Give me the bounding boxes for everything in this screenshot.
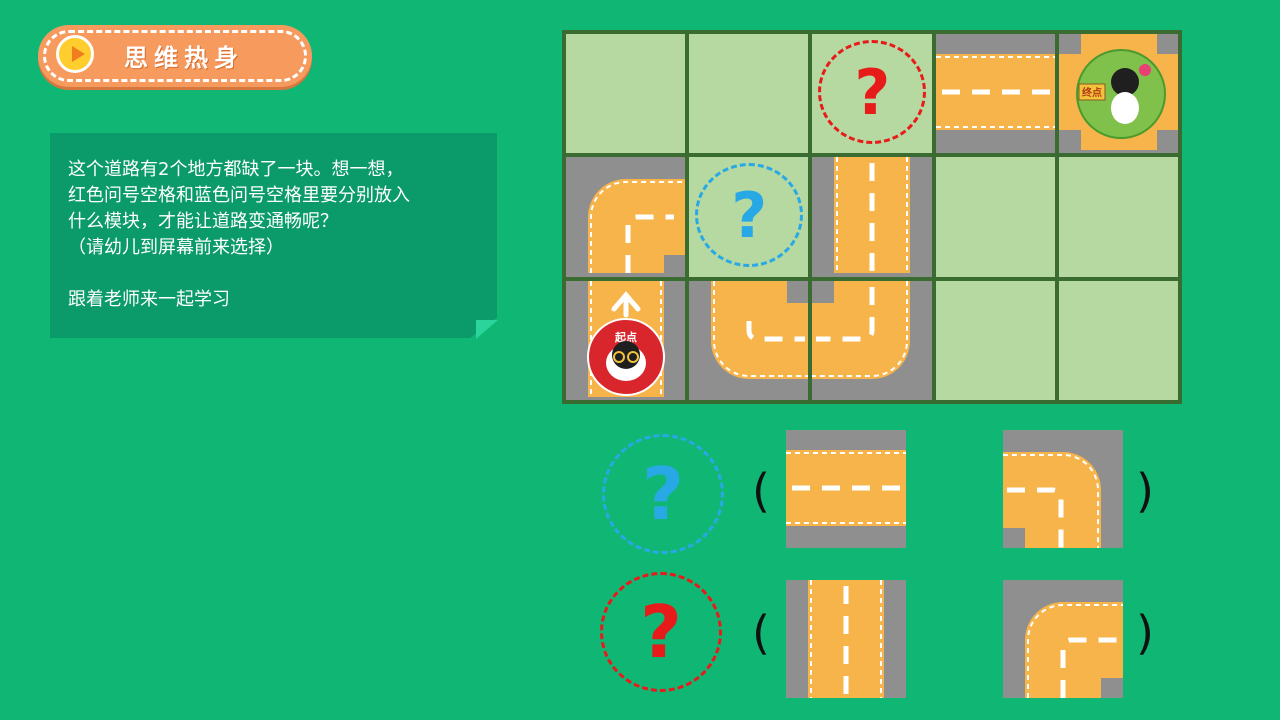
- instruction-line-4: （请幼儿到屏幕前来选择）: [68, 237, 284, 258]
- grid-cell-r3c3-curve: [812, 280, 932, 400]
- road-puzzle-board: ? 终点 ? 起点: [562, 30, 1182, 404]
- curve-road-icon: [1003, 430, 1123, 548]
- vertical-road-icon: [786, 580, 906, 698]
- grid-cell-r2c5: [1058, 157, 1178, 277]
- start-point-cell: 起点: [566, 280, 686, 400]
- end-point-cell: 终点: [1058, 34, 1178, 154]
- instruction-line-1: 这个道路有2个地方都缺了一块。想一想，: [68, 159, 404, 180]
- grid-cell-r3c5: [1058, 280, 1178, 400]
- instruction-line-2: 红色问号空格和蓝色问号空格里要分别放入: [68, 185, 410, 206]
- grid-cell-r1c4-horizontal-road: [935, 34, 1055, 154]
- page-fold-corner: [476, 320, 498, 339]
- grid-cell-r1c2: [689, 34, 809, 154]
- instruction-line-3: 什么模块，才能让道路变通畅呢？: [68, 211, 338, 232]
- grid-cell-r2c3-vertical-road: [812, 157, 932, 277]
- instruction-footer: 跟着老师来一起学习: [68, 289, 230, 310]
- top-right-curve-icon: [1003, 580, 1123, 698]
- red-open-paren: (: [752, 606, 770, 660]
- blue-option-horizontal-road[interactable]: [786, 430, 906, 548]
- bottom-left-curve-tile: [689, 280, 809, 397]
- grid-cell-r2c4: [935, 157, 1055, 277]
- play-icon[interactable]: [56, 35, 94, 73]
- curve-road-tile: [566, 157, 686, 274]
- crossroad-tile: 终点: [1058, 34, 1178, 150]
- instruction-card: 这个道路有2个地方都缺了一块。想一想， 红色问号空格和蓝色问号空格里要分别放入 …: [50, 133, 497, 338]
- blue-answer-question-mark: ?: [602, 434, 724, 554]
- bottom-right-curve-tile: [812, 280, 932, 397]
- grid-cell-r3c2-curve: [689, 280, 809, 400]
- grid-cell-r2c1-curve: [566, 157, 686, 277]
- grid-cell-r1c1: [566, 34, 686, 154]
- horizontal-road-icon: [786, 430, 906, 548]
- start-road-tile: 起点: [566, 280, 686, 397]
- section-title: 思维热身: [124, 44, 244, 72]
- blue-close-paren: ): [1136, 464, 1154, 518]
- section-title-badge: 思维热身: [38, 25, 312, 87]
- end-label: 终点: [1082, 86, 1102, 99]
- blue-option-curve-road[interactable]: [1003, 430, 1123, 548]
- blue-question-mark[interactable]: ?: [695, 163, 804, 268]
- horizontal-road-tile: [935, 34, 1055, 150]
- vertical-road-tile: [812, 157, 932, 274]
- red-answer-question-mark: ?: [600, 572, 722, 692]
- blue-open-paren: (: [752, 464, 770, 518]
- red-close-paren: ): [1136, 606, 1154, 660]
- red-option-curve-road[interactable]: [1003, 580, 1123, 698]
- red-question-slot[interactable]: ?: [812, 34, 932, 154]
- blue-question-slot[interactable]: ?: [689, 157, 809, 277]
- grid-cell-r3c4: [935, 280, 1055, 400]
- red-question-mark[interactable]: ?: [818, 40, 927, 144]
- red-option-vertical-road[interactable]: [786, 580, 906, 698]
